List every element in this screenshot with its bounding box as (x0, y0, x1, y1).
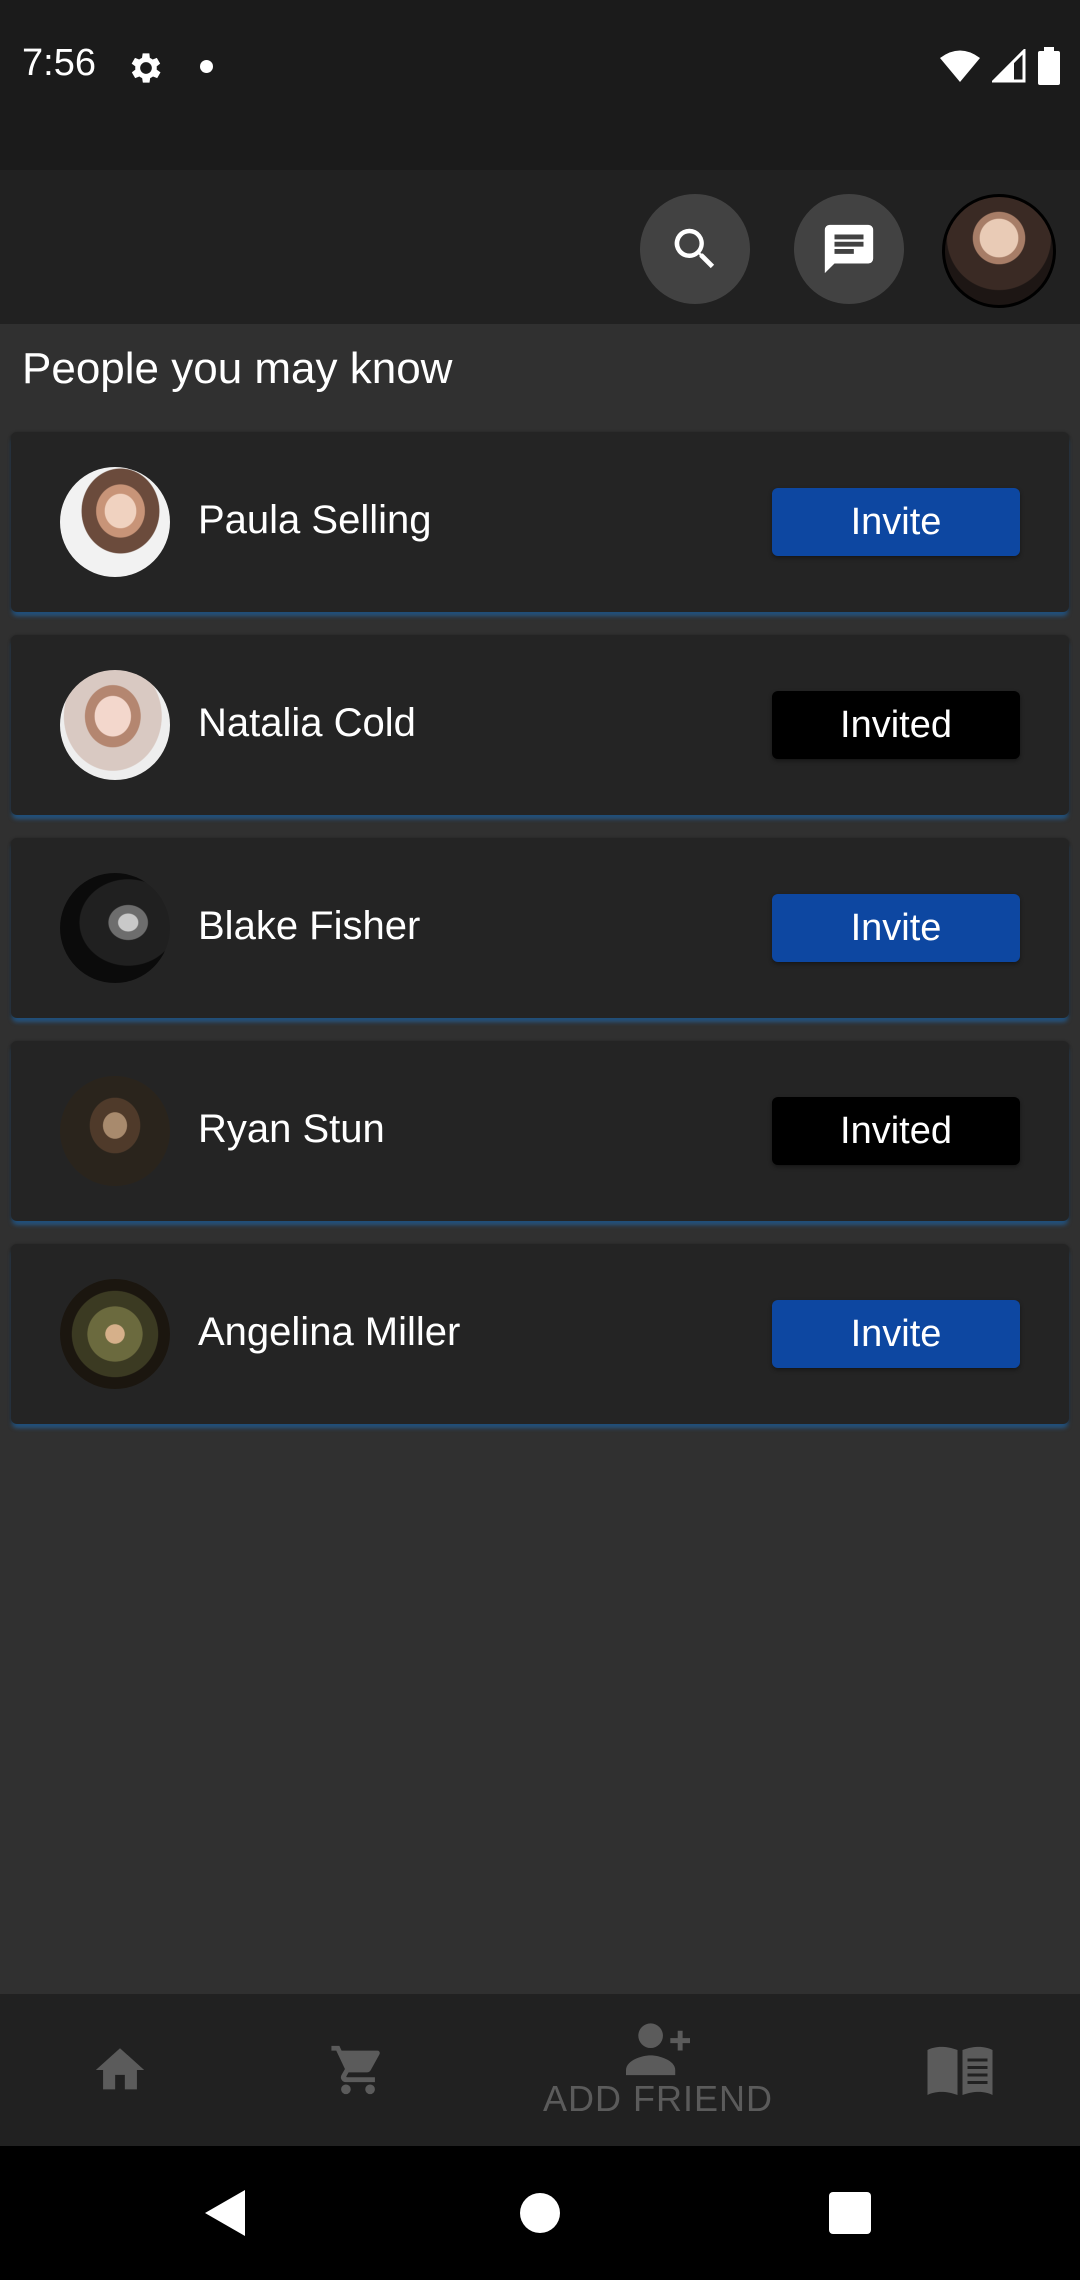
gear-icon (131, 53, 161, 83)
bottom-nav: ADD FRIEND (0, 1994, 1080, 2146)
list-item: Blake Fisher Invite (11, 838, 1069, 1018)
search-icon (674, 228, 715, 269)
chat-icon (824, 224, 874, 274)
nav-home[interactable] (60, 1994, 180, 2146)
cart-icon (331, 2045, 380, 2095)
nav-book[interactable] (900, 1994, 1020, 2146)
wifi-icon (940, 50, 980, 82)
recents-button[interactable] (815, 2146, 885, 2280)
search-button[interactable] (640, 194, 750, 304)
person-name: Ryan Stun (198, 1107, 385, 1151)
back-button[interactable] (190, 2146, 260, 2280)
back-icon (205, 2190, 245, 2236)
square-recents-icon (829, 2192, 871, 2234)
avatar[interactable] (60, 1076, 170, 1186)
invited-button[interactable]: Invited (772, 1097, 1020, 1165)
nav-label-add-friend: ADD FRIEND (542, 2078, 773, 2119)
home-icon (95, 2048, 145, 2090)
list-item: Ryan Stun Invited (11, 1041, 1069, 1221)
screen: 7:56 People you may know Paula Selling I… (0, 0, 1080, 2280)
nav-cart[interactable] (298, 1994, 418, 2146)
status-icons (940, 46, 1060, 86)
book-icon (927, 2046, 993, 2095)
add-friend-icon (626, 2023, 690, 2076)
system-nav-bar (0, 2146, 1080, 2280)
avatar[interactable] (60, 467, 170, 577)
section-title: People you may know (22, 344, 453, 393)
person-name: Natalia Cold (198, 701, 416, 745)
avatar[interactable] (60, 1279, 170, 1389)
notification-dot-icon (200, 60, 213, 73)
battery-icon (1038, 47, 1060, 85)
avatar[interactable] (60, 873, 170, 983)
avatar[interactable] (942, 194, 1056, 308)
invited-button[interactable]: Invited (772, 691, 1020, 759)
cell-signal-icon (992, 49, 1026, 83)
app-bar (0, 170, 1080, 324)
avatar[interactable] (60, 670, 170, 780)
person-name: Angelina Miller (198, 1310, 461, 1354)
nav-add-friend[interactable]: ADD FRIEND (518, 1994, 798, 2146)
person-name: Paula Selling (198, 498, 432, 542)
list-item: Angelina Miller Invite (11, 1244, 1069, 1424)
status-bar: 7:56 (0, 0, 1080, 170)
invite-button[interactable]: Invite (772, 1300, 1020, 1368)
invite-button[interactable]: Invite (772, 894, 1020, 962)
person-name: Blake Fisher (198, 904, 421, 948)
status-time: 7:56 (22, 42, 96, 84)
home-button[interactable] (505, 2146, 575, 2280)
messages-button[interactable] (794, 194, 904, 304)
list-item: Paula Selling Invite (11, 432, 1069, 612)
invite-button[interactable]: Invite (772, 488, 1020, 556)
circle-home-icon (520, 2193, 560, 2233)
list-item: Natalia Cold Invited (11, 635, 1069, 815)
